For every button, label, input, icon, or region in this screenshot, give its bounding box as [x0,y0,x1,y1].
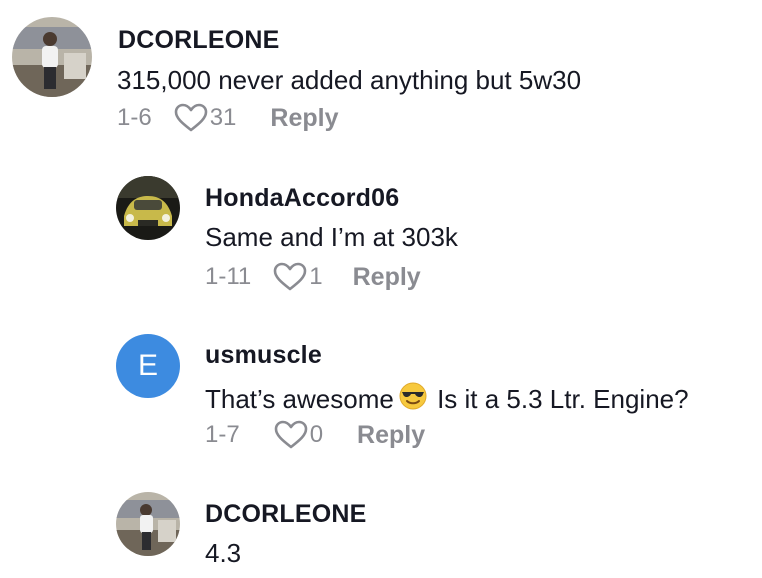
comment-text: Same and I’m at 303k [205,222,458,252]
reply-button[interactable]: Reply [353,263,421,292]
heart-icon [174,103,207,132]
comment-text-part: Is it a 5.3 Ltr. Engine? [437,384,689,414]
like-count: 31 [209,104,237,131]
comment-text: 315,000 never added anything but 5w30 [117,65,582,95]
username[interactable]: DCORLEONE [205,500,367,529]
sunglasses-emoji-icon [398,381,428,415]
comment-meta: 1-6 31 Reply [117,103,338,133]
like-button[interactable]: 31 [174,103,237,133]
user-photo-icon [116,492,180,556]
comment-meta: 1-11 1 Reply [205,262,421,292]
comment-text-part: That’s awesome [205,384,394,414]
avatar[interactable] [116,176,180,240]
reply-button[interactable]: Reply [270,104,338,133]
avatar[interactable]: E [116,334,180,398]
like-button[interactable]: 1 [273,262,323,292]
comment-meta: 1-7 0 Reply [205,420,425,450]
user-photo-icon [12,17,92,97]
like-count: 1 [309,263,323,290]
comment-date: 1-11 [205,263,252,290]
comment-text: That’s awesome Is it a 5.3 Ltr. Engine? [205,381,689,415]
comment-date: 1-7 [205,421,240,448]
heart-icon [273,262,307,291]
avatar[interactable] [12,17,92,97]
like-button[interactable]: 0 [274,420,323,450]
heart-icon [274,420,307,449]
avatar-letter: E [137,349,158,382]
avatar[interactable] [116,492,180,556]
username[interactable]: usmuscle [205,341,322,370]
reply-button[interactable]: Reply [357,421,425,450]
like-count: 0 [309,421,324,448]
username[interactable]: HondaAccord06 [205,184,399,213]
comment-date: 1-6 [117,104,152,131]
comment-text: 4.3 [205,538,242,568]
username[interactable]: DCORLEONE [118,26,280,55]
car-photo-icon [116,176,180,240]
